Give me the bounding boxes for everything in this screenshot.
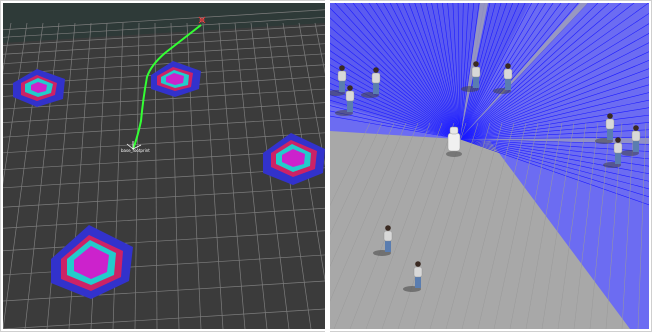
pedestrian-torso: [383, 230, 393, 242]
pedestrian-legs: [385, 240, 391, 252]
pedestrian-legs: [473, 76, 479, 88]
pedestrian-torso: [337, 70, 347, 82]
pedestrian-torso: [605, 118, 615, 130]
pedestrian-head: [633, 125, 639, 131]
pedestrian-torso: [371, 72, 381, 84]
gazebo-simulation-view[interactable]: [330, 3, 649, 329]
pedestrian-head: [415, 261, 421, 267]
robot-frame-label: base_footprint: [121, 148, 150, 153]
pedestrian-legs: [615, 152, 621, 164]
pedestrian-head: [473, 61, 479, 67]
pedestrian-head: [607, 113, 613, 119]
robot-head: [449, 126, 459, 135]
pedestrian-legs: [373, 82, 379, 94]
pedestrian-torso: [631, 130, 641, 142]
pedestrian-head: [339, 65, 345, 71]
pedestrian-legs: [607, 128, 613, 140]
robot-shadow: [446, 151, 462, 157]
pedestrian-head: [373, 67, 379, 73]
rviz-costmap-view[interactable]: base_footprint: [3, 3, 325, 329]
simulation-canvas: [330, 3, 649, 329]
pedestrian-torso: [413, 266, 423, 278]
goal-marker[interactable]: [198, 16, 206, 24]
pedestrian-legs: [347, 100, 353, 112]
pedestrian-head: [347, 85, 353, 91]
pedestrian-torso: [503, 68, 513, 80]
pedestrian-legs: [339, 80, 345, 92]
pedestrian-head: [385, 225, 391, 231]
pedestrian-head: [505, 63, 511, 69]
pedestrian-legs: [415, 276, 421, 288]
robot-body: [447, 132, 461, 152]
costmap-canvas: base_footprint: [3, 3, 325, 329]
pedestrian-legs: [505, 78, 511, 90]
pedestrian-torso: [345, 90, 355, 102]
pedestrian-torso: [613, 142, 623, 154]
pedestrian-legs: [633, 140, 639, 152]
pedestrian-head: [615, 137, 621, 143]
pedestrian-torso: [471, 66, 481, 78]
